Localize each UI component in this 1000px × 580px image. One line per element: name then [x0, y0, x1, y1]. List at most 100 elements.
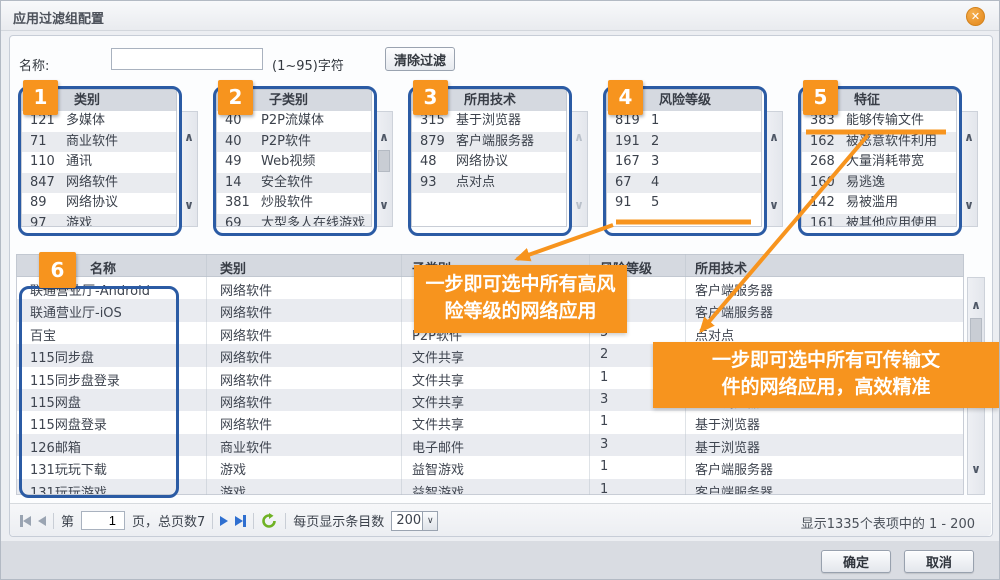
per-page-select[interactable]: 200 ∨: [391, 511, 438, 531]
column-header: 类别: [220, 258, 246, 277]
filter-item-label: 2: [651, 132, 761, 153]
filter-item-label: 客户端服务器: [456, 132, 566, 153]
filter-item[interactable]: 89网络协议: [22, 193, 176, 214]
filter-list-scrollbar[interactable]: ∧∨: [570, 111, 588, 227]
filter-item-label: 网络协议: [456, 152, 566, 173]
next-page-button[interactable]: [220, 516, 228, 526]
table-row[interactable]: 115网盘登录网络软件文件共享1基于浏览器: [17, 411, 963, 433]
scrollbar-thumb[interactable]: [378, 150, 390, 172]
filter-item-label: 1: [651, 111, 761, 132]
table-cell: 游戏: [220, 459, 246, 478]
prev-page-button[interactable]: [38, 516, 46, 526]
filter-item-count: 97: [22, 214, 66, 228]
callout-file-transfer-line1: 一步即可选中所有可传输文: [653, 347, 999, 374]
filter-list-scrollbar[interactable]: ∧∨: [375, 111, 393, 227]
table-cell: 115同步盘登录: [30, 370, 120, 389]
filter-item[interactable]: 49Web视频: [217, 152, 371, 173]
ok-button[interactable]: 确定: [821, 550, 891, 573]
chevron-down-icon[interactable]: ∨: [376, 198, 392, 212]
table-cell: 网络软件: [220, 325, 272, 344]
filter-item[interactable]: 268大量消耗带宽: [802, 152, 956, 173]
callout-file-transfer: 一步即可选中所有可传输文 件的网络应用，高效精准: [653, 342, 999, 408]
table-cell: 网络软件: [220, 392, 272, 411]
chevron-up-icon[interactable]: ∧: [968, 298, 984, 312]
filter-item[interactable]: 381炒股软件: [217, 193, 371, 214]
scrollbar-thumb[interactable]: [970, 318, 982, 344]
table-row[interactable]: 131玩玩下载游戏益智游戏1客户端服务器: [17, 456, 963, 478]
filter-item-label: 商业软件: [66, 132, 176, 153]
chevron-down-icon[interactable]: ∨: [961, 198, 977, 212]
filter-item-count: 268: [802, 152, 846, 173]
filter-item-label: 点对点: [456, 173, 566, 194]
filter-item[interactable]: 161被其他应用使用: [802, 214, 956, 228]
filter-item[interactable]: 14安全软件: [217, 173, 371, 194]
chevron-up-icon[interactable]: ∧: [766, 130, 782, 144]
table-cell: 电子邮件: [412, 437, 464, 456]
callout-high-risk-line1: 一步即可选中所有高风: [414, 271, 627, 298]
column-divider: [206, 254, 207, 495]
table-cell: 126邮箱: [30, 437, 81, 456]
filter-item-label: P2P流媒体: [261, 111, 371, 132]
chevron-down-icon[interactable]: ∨: [181, 198, 197, 212]
chevron-down-icon[interactable]: ∨: [968, 462, 984, 476]
filter-list-scrollbar[interactable]: ∧∨: [960, 111, 978, 227]
filter-item-count: 142: [802, 193, 846, 214]
page-number-input[interactable]: [81, 511, 125, 530]
filter-item-count: 161: [802, 214, 846, 228]
range-text: 显示1335个表项中的 1 - 200: [801, 513, 975, 532]
filter-item[interactable]: 847网络软件: [22, 173, 176, 194]
filter-item-label: 易被滥用: [846, 193, 956, 214]
close-icon[interactable]: ✕: [966, 7, 985, 26]
filter-item[interactable]: 69大型多人在线游戏: [217, 214, 371, 228]
chevron-up-icon[interactable]: ∧: [376, 130, 392, 144]
table-cell: 网络软件: [220, 347, 272, 366]
chevron-up-icon[interactable]: ∧: [961, 130, 977, 144]
filter-item[interactable]: 1912: [607, 132, 761, 153]
refresh-icon[interactable]: [261, 513, 278, 529]
filter-item[interactable]: 915: [607, 193, 761, 214]
cancel-button[interactable]: 取消: [904, 550, 974, 573]
app-filter-group-dialog: 应用过滤组配置 ✕ 名称: (1~95)字符 清除过滤 类别121多媒体71商业…: [0, 0, 1000, 580]
table-row[interactable]: 126邮箱商业软件电子邮件3基于浏览器: [17, 434, 963, 456]
filter-item[interactable]: 162被恶意软件利用: [802, 132, 956, 153]
table-cell: 3: [600, 392, 608, 407]
last-page-button[interactable]: [235, 515, 246, 527]
column-header: 所用技术: [695, 258, 747, 277]
chevron-down-icon[interactable]: ∨: [571, 198, 587, 212]
filter-item-count: 14: [217, 173, 261, 194]
table-row[interactable]: 131玩玩游戏游戏益智游戏1客户端服务器: [17, 479, 963, 495]
chevron-down-icon[interactable]: ∨: [766, 198, 782, 212]
filter-item[interactable]: 93点对点: [412, 173, 566, 194]
filter-item-count: 191: [607, 132, 651, 153]
filter-item[interactable]: 110通讯: [22, 152, 176, 173]
name-input[interactable]: [111, 48, 263, 70]
filter-item[interactable]: 1673: [607, 152, 761, 173]
filter-item[interactable]: 97游戏: [22, 214, 176, 228]
dropdown-arrow-icon[interactable]: ∨: [422, 512, 437, 530]
filter-item-count: 160: [802, 173, 846, 194]
filter-item-label: 多媒体: [66, 111, 176, 132]
callout-high-risk-line2: 险等级的网络应用: [414, 298, 627, 325]
filter-item[interactable]: 71商业软件: [22, 132, 176, 153]
filter-list-scrollbar[interactable]: ∧∨: [180, 111, 198, 227]
table-cell: 1: [600, 482, 608, 495]
filter-item-count: 91: [607, 193, 651, 214]
chevron-up-icon[interactable]: ∧: [181, 130, 197, 144]
filter-item-label: 网络软件: [66, 173, 176, 194]
table-cell: 商业软件: [220, 437, 272, 456]
clear-filter-button[interactable]: 清除过滤: [385, 47, 455, 71]
filter-list-scrollbar[interactable]: ∧∨: [765, 111, 783, 227]
table-cell: 文件共享: [412, 414, 464, 433]
filter-item[interactable]: 40P2P软件: [217, 132, 371, 153]
filter-item[interactable]: 160易逃逸: [802, 173, 956, 194]
filter-item-label: 安全软件: [261, 173, 371, 194]
filter-item[interactable]: 879客户端服务器: [412, 132, 566, 153]
chevron-up-icon[interactable]: ∧: [571, 130, 587, 144]
filter-item-label: 易逃逸: [846, 173, 956, 194]
table-cell: 益智游戏: [412, 482, 464, 495]
first-page-button[interactable]: [20, 515, 31, 527]
filter-item[interactable]: 142易被滥用: [802, 193, 956, 214]
filter-item[interactable]: 48网络协议: [412, 152, 566, 173]
column-header: 名称: [90, 258, 116, 277]
filter-item[interactable]: 674: [607, 173, 761, 194]
